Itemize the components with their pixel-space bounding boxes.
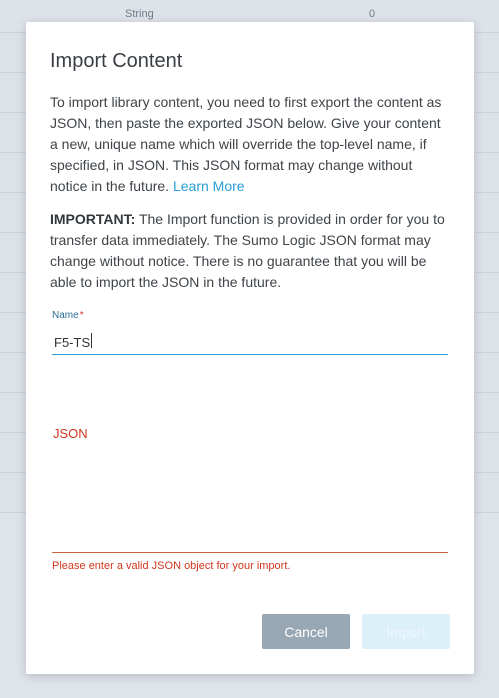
json-textarea[interactable]: [52, 440, 448, 553]
cancel-button[interactable]: Cancel: [262, 614, 350, 649]
name-label-text: Name: [52, 310, 79, 321]
dialog-title: Import Content: [50, 50, 183, 72]
text-caret: [91, 333, 92, 348]
json-error-message: Please enter a valid JSON object for you…: [52, 560, 291, 572]
import-button[interactable]: Import: [362, 614, 450, 649]
important-label: IMPORTANT:: [50, 211, 136, 227]
dialog-description: To import library content, you need to f…: [50, 92, 452, 197]
required-mark: *: [79, 310, 84, 321]
learn-more-link[interactable]: Learn More: [173, 178, 245, 194]
important-notice: IMPORTANT: The Import function is provid…: [50, 209, 452, 293]
import-content-dialog: Import Content To import library content…: [26, 22, 474, 674]
json-field-label: JSON: [53, 426, 88, 441]
description-text: To import library content, you need to f…: [50, 94, 442, 194]
name-field-label: Name*: [52, 310, 84, 321]
name-input[interactable]: [52, 327, 448, 355]
